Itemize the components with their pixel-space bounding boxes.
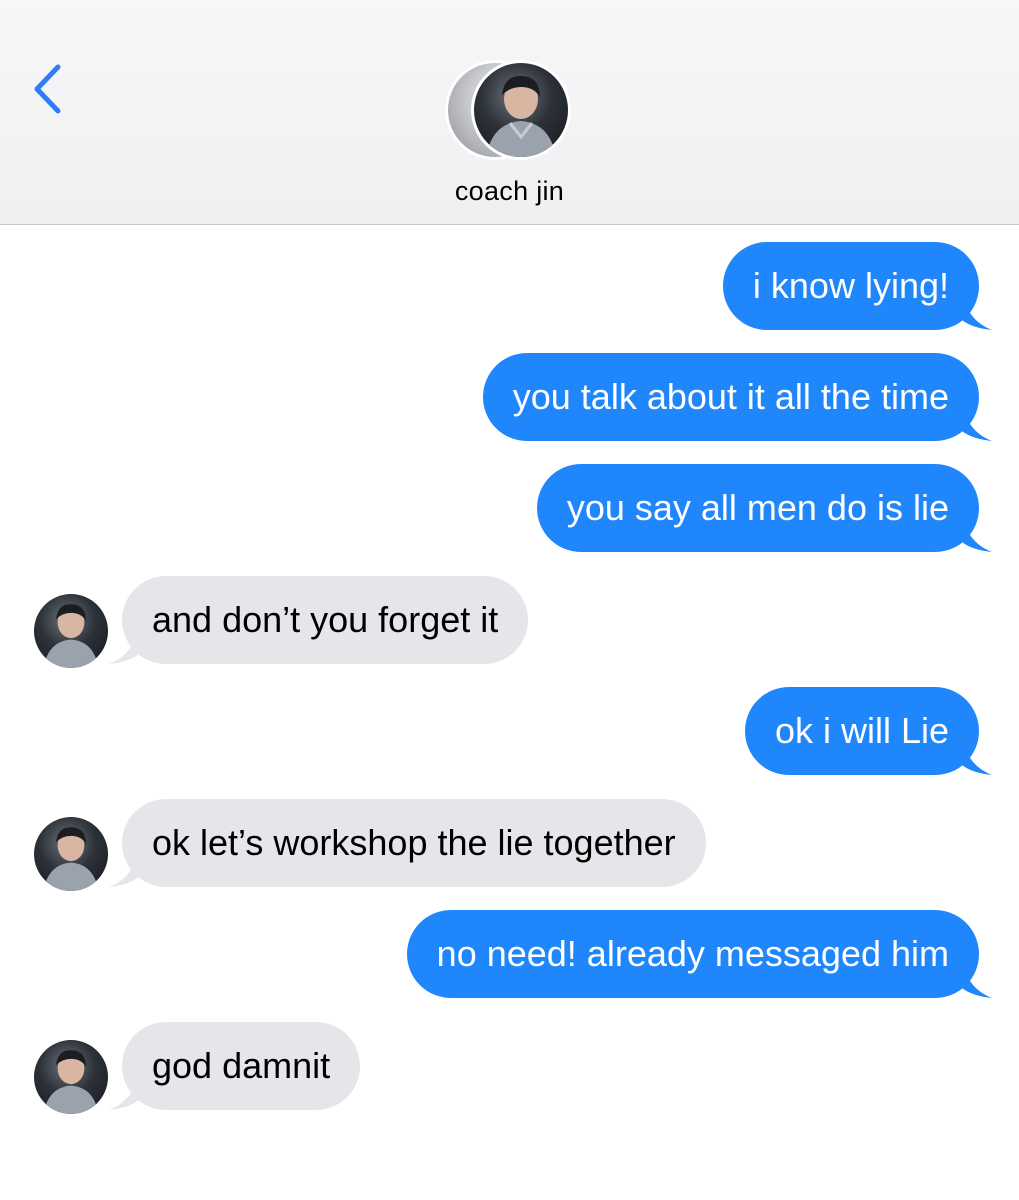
message-bubble-outgoing[interactable]: no need! already messaged him (406, 910, 992, 998)
bubble-tail-icon (962, 958, 992, 998)
bubble-tail-icon (109, 847, 139, 887)
message-text: i know lying! (752, 265, 949, 306)
bubble-tail-icon (962, 512, 992, 552)
message-text: you say all men do is lie (566, 487, 949, 528)
message-text: god damnit (152, 1045, 331, 1086)
message-bubble-incoming[interactable]: and don’t you forget it (109, 576, 529, 664)
message-bubble-outgoing[interactable]: you say all men do is lie (536, 464, 992, 552)
message-text: you talk about it all the time (512, 376, 949, 417)
bubble-tail-icon (962, 290, 992, 330)
message-bubble-outgoing[interactable]: i know lying! (722, 242, 992, 330)
message-thread: i know lying! you talk about it all the … (0, 0, 1019, 1200)
message-bubble-incoming[interactable]: god damnit (109, 1022, 361, 1110)
sender-avatar[interactable] (34, 817, 108, 891)
bubble-tail-icon (109, 1070, 139, 1110)
message-text: no need! already messaged him (436, 933, 949, 974)
message-text: and don’t you forget it (152, 599, 499, 640)
message-text: ok i will Lie (774, 710, 949, 751)
sender-avatar[interactable] (34, 1040, 108, 1114)
message-bubble-incoming[interactable]: ok let’s workshop the lie together (109, 799, 706, 887)
message-bubble-outgoing[interactable]: ok i will Lie (744, 687, 992, 775)
message-bubble-outgoing[interactable]: you talk about it all the time (482, 353, 992, 441)
bubble-tail-icon (962, 735, 992, 775)
sender-avatar[interactable] (34, 594, 108, 668)
bubble-tail-icon (962, 401, 992, 441)
bubble-tail-icon (109, 624, 139, 664)
message-text: ok let’s workshop the lie together (152, 822, 676, 863)
